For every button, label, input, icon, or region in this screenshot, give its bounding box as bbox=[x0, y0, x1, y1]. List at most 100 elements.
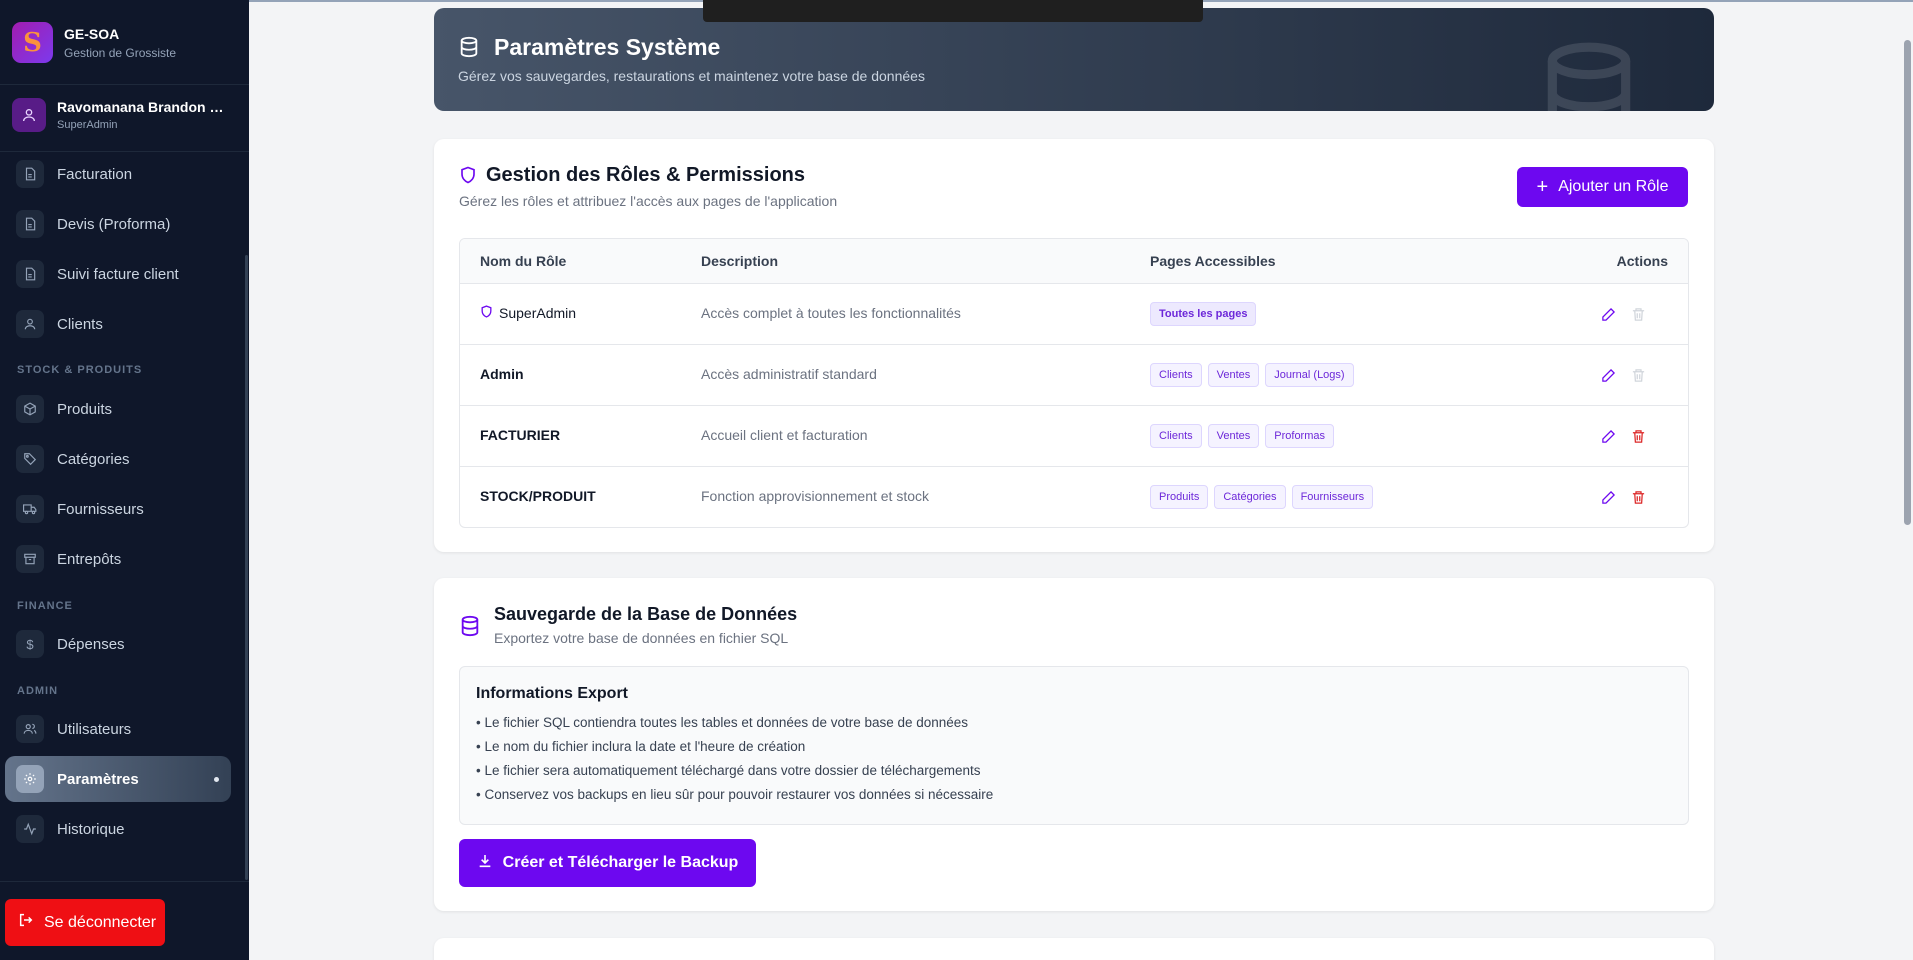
logout-button[interactable]: Se déconnecter bbox=[5, 899, 165, 946]
page-tag: Ventes bbox=[1207, 424, 1260, 448]
dollar-icon: $ bbox=[16, 630, 44, 658]
user-icon bbox=[12, 98, 46, 132]
add-role-label: Ajouter un Rôle bbox=[1558, 178, 1669, 195]
main-content: Paramètres Système Gérez vos sauvegardes… bbox=[249, 0, 1913, 960]
table-row: STOCK/PRODUIT Fonction approvisionnement… bbox=[460, 467, 1688, 527]
sidebar-item-produits[interactable]: Produits bbox=[5, 386, 231, 432]
roles-title: Gestion des Rôles & Permissions bbox=[486, 164, 805, 186]
page-scrollbar[interactable] bbox=[1904, 40, 1911, 525]
roles-subtitle: Gérez les rôles et attribuez l'accès aux… bbox=[459, 193, 838, 209]
sidebar-item-facturation[interactable]: Facturation bbox=[5, 151, 231, 197]
trash-icon[interactable] bbox=[1628, 426, 1648, 446]
role-description: Accès administratif standard bbox=[701, 366, 877, 382]
user-name: Ravomanana Brandon Fi... bbox=[57, 99, 232, 115]
shield-icon bbox=[480, 305, 493, 321]
tag-icon bbox=[16, 445, 44, 473]
document-icon bbox=[16, 160, 44, 188]
sidebar-item-label: Produits bbox=[57, 400, 113, 418]
edit-icon[interactable] bbox=[1598, 304, 1618, 324]
sidebar-item-entrepots[interactable]: Entrepôts bbox=[5, 536, 231, 582]
role-name: FACTURIER bbox=[480, 427, 561, 443]
truck-icon bbox=[16, 495, 44, 523]
role-description: Accès complet à toutes les fonctionnalit… bbox=[701, 305, 961, 321]
edit-icon[interactable] bbox=[1598, 365, 1618, 385]
trash-icon-disabled bbox=[1628, 304, 1648, 324]
shield-icon bbox=[459, 166, 477, 189]
section-label-admin: ADMIN bbox=[17, 685, 59, 697]
sidebar: S GE-SOA Gestion de Grossiste Ravomanana… bbox=[0, 0, 249, 960]
trash-icon[interactable] bbox=[1628, 487, 1648, 507]
backup-card: Sauvegarde de la Base de Données Exporte… bbox=[434, 578, 1714, 911]
sidebar-item-categories[interactable]: Catégories bbox=[5, 436, 231, 482]
create-backup-label: Créer et Télécharger le Backup bbox=[502, 854, 739, 871]
role-name-text: SuperAdmin bbox=[499, 305, 577, 321]
sidebar-item-label: Devis (Proforma) bbox=[57, 215, 171, 233]
sidebar-item-utilisateurs[interactable]: Utilisateurs bbox=[5, 706, 231, 752]
trash-icon-disabled bbox=[1628, 365, 1648, 385]
sidebar-item-label: Facturation bbox=[57, 165, 133, 183]
sidebar-item-fournisseurs[interactable]: Fournisseurs bbox=[5, 486, 231, 532]
sidebar-item-label: Dépenses bbox=[57, 635, 125, 653]
user-profile[interactable]: Ravomanana Brandon Fi... SuperAdmin bbox=[12, 98, 232, 132]
page-title: Paramètres Système bbox=[494, 34, 721, 60]
role-name: Admin bbox=[480, 366, 524, 382]
export-info-box: Informations Export • Le fichier SQL con… bbox=[459, 666, 1689, 825]
sidebar-item-historique[interactable]: Historique bbox=[5, 806, 231, 852]
edit-icon[interactable] bbox=[1598, 487, 1618, 507]
page-tag: Produits bbox=[1150, 485, 1209, 509]
active-indicator bbox=[214, 777, 219, 782]
role-pages: Clients Ventes Journal (Logs) bbox=[1150, 363, 1354, 387]
archive-icon bbox=[16, 545, 44, 573]
sidebar-item-suivi-facture[interactable]: Suivi facture client bbox=[5, 251, 231, 297]
activity-icon bbox=[16, 815, 44, 843]
plus-icon: + bbox=[1536, 176, 1549, 198]
next-card bbox=[434, 938, 1714, 960]
sidebar-item-label: Clients bbox=[57, 315, 103, 333]
export-info-line: • Le fichier sera automatiquement téléch… bbox=[476, 763, 981, 778]
edit-icon[interactable] bbox=[1598, 426, 1618, 446]
logout-icon bbox=[18, 912, 34, 933]
divider bbox=[0, 84, 249, 85]
table-header: Nom du Rôle Description Pages Accessible… bbox=[460, 239, 1688, 284]
add-role-button[interactable]: + Ajouter un Rôle bbox=[1517, 167, 1688, 207]
document-icon bbox=[16, 260, 44, 288]
sidebar-item-parametres[interactable]: Paramètres bbox=[5, 756, 231, 802]
role-description: Fonction approvisionnement et stock bbox=[701, 488, 930, 504]
tooltip bbox=[703, 0, 1203, 22]
database-watermark-icon bbox=[1534, 38, 1644, 111]
user-role: SuperAdmin bbox=[57, 119, 118, 131]
sidebar-item-depenses[interactable]: $ Dépenses bbox=[5, 621, 231, 667]
sidebar-item-label: Catégories bbox=[57, 450, 130, 468]
page-header: Paramètres Système Gérez vos sauvegardes… bbox=[434, 8, 1714, 111]
role-description: Accueil client et facturation bbox=[701, 427, 868, 443]
column-header-actions: Actions bbox=[1616, 253, 1668, 269]
column-header-pages: Pages Accessibles bbox=[1150, 253, 1276, 269]
create-backup-button[interactable]: Créer et Télécharger le Backup bbox=[459, 839, 756, 887]
gear-icon bbox=[16, 765, 44, 793]
brand-title: GE-SOA bbox=[64, 25, 120, 42]
brand[interactable]: S GE-SOA Gestion de Grossiste bbox=[12, 22, 176, 63]
user-icon bbox=[16, 310, 44, 338]
role-pages: Toutes les pages bbox=[1150, 302, 1257, 326]
users-icon bbox=[16, 715, 44, 743]
export-info-line: • Conservez vos backups en lieu sûr pour… bbox=[476, 787, 994, 802]
sidebar-item-label: Utilisateurs bbox=[57, 720, 132, 738]
page-tag: Ventes bbox=[1207, 363, 1260, 387]
sidebar-item-clients[interactable]: Clients bbox=[5, 301, 231, 347]
backup-title: Sauvegarde de la Base de Données bbox=[494, 604, 798, 624]
sidebar-scrollbar[interactable] bbox=[245, 255, 248, 880]
document-icon bbox=[16, 210, 44, 238]
sidebar-item-label: Fournisseurs bbox=[57, 500, 144, 518]
sidebar-item-devis[interactable]: Devis (Proforma) bbox=[5, 201, 231, 247]
page-tag: Journal (Logs) bbox=[1265, 363, 1354, 387]
logout-label: Se déconnecter bbox=[44, 913, 157, 931]
role-name: STOCK/PRODUIT bbox=[480, 488, 596, 504]
box-icon bbox=[16, 395, 44, 423]
sidebar-item-label: Historique bbox=[57, 820, 125, 838]
backup-subtitle: Exportez votre base de données en fichie… bbox=[494, 630, 789, 646]
page-subtitle: Gérez vos sauvegardes, restaurations et … bbox=[458, 68, 925, 84]
database-icon bbox=[458, 36, 480, 63]
section-label-finance: FINANCE bbox=[17, 600, 73, 612]
roles-card: Gestion des Rôles & Permissions Gérez le… bbox=[434, 139, 1714, 552]
sidebar-item-label: Suivi facture client bbox=[57, 265, 179, 283]
